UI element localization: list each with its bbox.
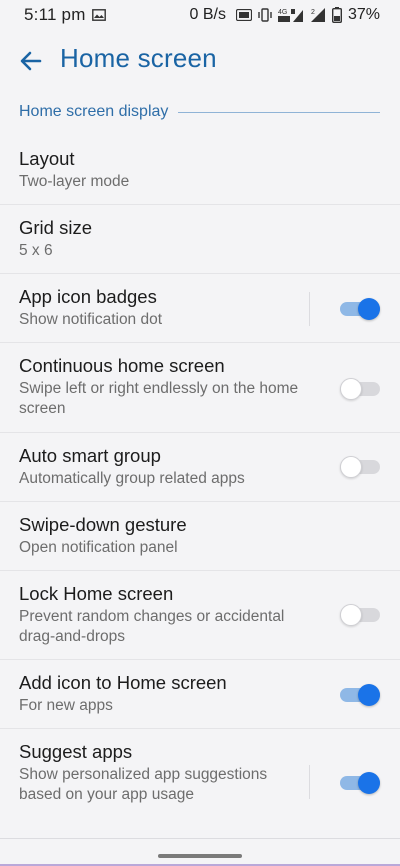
- continuous-home-screen-toggle[interactable]: [340, 378, 380, 400]
- setting-add-icon-to-home-screen[interactable]: Add icon to Home screen For new apps: [0, 660, 400, 729]
- setting-subtitle: For new apps: [19, 697, 113, 714]
- suggest-apps-toggle[interactable]: [340, 772, 380, 794]
- battery-percent: 37%: [347, 6, 380, 23]
- setting-title: Grid size: [19, 217, 92, 238]
- setting-title: Continuous home screen: [19, 355, 225, 376]
- arrow-back-icon: [20, 51, 42, 71]
- setting-title: Auto smart group: [19, 445, 161, 466]
- section-header: Home screen display: [19, 101, 380, 123]
- setting-subtitle: Two-layer mode: [19, 173, 130, 190]
- setting-subtitle: Show notification dot: [19, 311, 163, 328]
- setting-subtitle: Swipe left or right endlessly on the hom…: [19, 380, 299, 417]
- setting-subtitle: Open notification panel: [19, 539, 178, 556]
- vertical-divider: [309, 765, 310, 799]
- home-screen-settings: 5:11 pm 0 B/s 4G 2 37% Home screen Home …: [0, 0, 400, 866]
- volte-signal-icon: 4G: [277, 7, 304, 23]
- svg-text:2: 2: [311, 9, 315, 16]
- setting-swipe-down-gesture[interactable]: Swipe-down gesture Open notification pan…: [0, 502, 400, 571]
- battery-icon: [331, 7, 342, 23]
- setting-title: Add icon to Home screen: [19, 672, 227, 693]
- setting-subtitle: Automatically group related apps: [19, 470, 245, 487]
- setting-app-icon-badges[interactable]: App icon badges Show notification dot: [0, 274, 400, 343]
- gallery-notification-icon: [91, 9, 106, 21]
- settings-list: Layout Two-layer mode Grid size 5 x 6 Ap…: [0, 136, 400, 839]
- status-bar: 5:11 pm 0 B/s 4G 2 37%: [0, 0, 400, 30]
- setting-suggest-apps[interactable]: Suggest apps Show personalized app sugge…: [0, 729, 400, 839]
- app-bar: Home screen: [0, 38, 400, 82]
- back-button[interactable]: [16, 46, 46, 76]
- page-title: Home screen: [60, 43, 217, 73]
- setting-subtitle: 5 x 6: [19, 242, 53, 259]
- vertical-divider: [309, 292, 310, 326]
- network-speed: 0 B/s: [189, 6, 226, 23]
- nfc-icon: [235, 9, 252, 21]
- setting-title: Swipe-down gesture: [19, 514, 187, 535]
- setting-subtitle: Show personalized app suggestions based …: [19, 766, 268, 803]
- auto-smart-group-toggle[interactable]: [340, 456, 380, 478]
- setting-subtitle: Prevent random changes or accidental dra…: [19, 608, 285, 645]
- gesture-nav-handle[interactable]: [158, 854, 242, 858]
- setting-lock-home-screen[interactable]: Lock Home screen Prevent random changes …: [0, 571, 400, 660]
- setting-grid-size[interactable]: Grid size 5 x 6: [0, 205, 400, 274]
- lock-home-screen-toggle[interactable]: [340, 604, 380, 626]
- vibrate-icon: [258, 8, 272, 22]
- svg-text:4G: 4G: [278, 9, 287, 16]
- signal-icon: 2: [310, 7, 326, 23]
- setting-continuous-home-screen[interactable]: Continuous home screen Swipe left or rig…: [0, 343, 400, 433]
- status-time: 5:11 pm: [24, 5, 86, 24]
- setting-title: Lock Home screen: [19, 583, 174, 604]
- section-title: Home screen display: [19, 103, 169, 120]
- setting-layout[interactable]: Layout Two-layer mode: [0, 136, 400, 205]
- section-divider: [178, 111, 380, 113]
- setting-title: App icon badges: [19, 286, 157, 307]
- setting-title: Suggest apps: [19, 741, 133, 762]
- app-icon-badges-toggle[interactable]: [340, 298, 380, 320]
- add-icon-to-home-screen-toggle[interactable]: [340, 684, 380, 706]
- setting-title: Layout: [19, 148, 75, 169]
- setting-auto-smart-group[interactable]: Auto smart group Automatically group rel…: [0, 433, 400, 502]
